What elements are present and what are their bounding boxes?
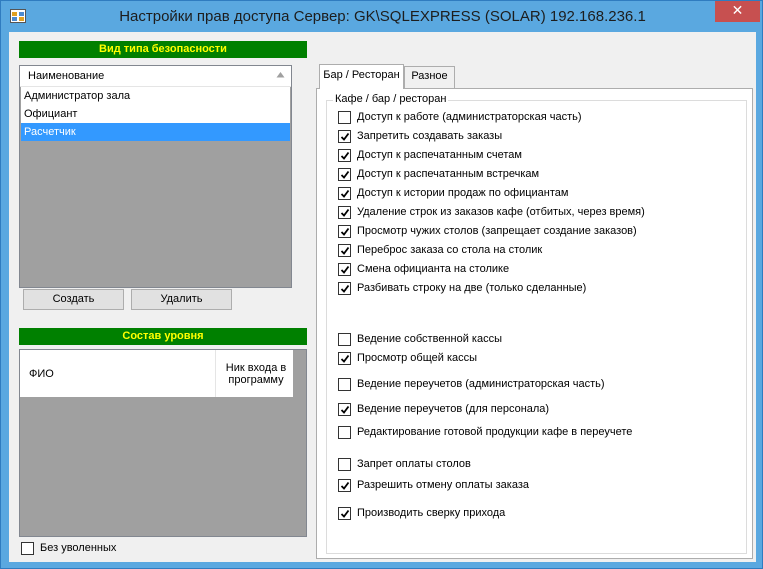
checkbox-unchecked[interactable] xyxy=(338,333,351,346)
checkbox-checked[interactable] xyxy=(338,507,351,520)
checkbox-checked[interactable] xyxy=(338,225,351,238)
checkbox-unchecked[interactable] xyxy=(338,426,351,439)
permission-label: Разрешить отмену оплаты заказа xyxy=(357,479,530,491)
permission-label: Ведение переучетов (администраторская ча… xyxy=(357,378,605,390)
checkbox-checked[interactable] xyxy=(338,263,351,276)
permission-label: Ведение собственной кассы xyxy=(357,333,502,345)
tab-misc[interactable]: Разное xyxy=(404,66,455,88)
tab-control: Бар / Ресторан Разное Кафе / бар / ресто… xyxy=(316,64,753,559)
checkbox-box[interactable] xyxy=(21,542,34,555)
permission-label: Запрет оплаты столов xyxy=(357,458,471,470)
checkbox-unchecked[interactable] xyxy=(338,111,351,124)
checkbox-checked[interactable] xyxy=(338,130,351,143)
without-fired-label: Без уволенных xyxy=(40,542,117,554)
permission-label: Смена официанта на столике xyxy=(357,263,510,275)
close-icon: ✕ xyxy=(731,3,744,19)
checkbox-checked[interactable] xyxy=(338,149,351,162)
members-list-header[interactable]: ФИО Ник входа в программу xyxy=(20,350,293,397)
column-header-login: Ник входа в программу xyxy=(225,362,287,386)
column-header-name: Наименование xyxy=(28,70,105,82)
checkbox-checked[interactable] xyxy=(338,479,351,492)
checkbox-unchecked[interactable] xyxy=(338,458,351,471)
checkbox-checked[interactable] xyxy=(338,282,351,295)
checkbox-checked[interactable] xyxy=(338,352,351,365)
members-list[interactable]: ФИО Ник входа в программу xyxy=(19,349,307,537)
permission-label: Ведение переучетов (для персонала) xyxy=(357,403,550,415)
permission-label: Доступ к распечатанным счетам xyxy=(357,149,522,161)
window-title: Настройки прав доступа Сервер: GK\SQLEXP… xyxy=(119,8,646,25)
sort-arrow-icon xyxy=(276,69,285,81)
checkbox-checked[interactable] xyxy=(338,206,351,219)
tab-bar-restaurant[interactable]: Бар / Ресторан xyxy=(319,64,404,89)
settings-window: Настройки прав доступа Сервер: GK\SQLEXP… xyxy=(0,0,763,569)
security-type-header: Вид типа безопасности xyxy=(19,41,307,58)
column-header-fio: ФИО xyxy=(29,368,54,380)
create-button[interactable]: Создать xyxy=(23,289,124,310)
permission-label: Просмотр чужих столов (запрещает создани… xyxy=(357,225,637,237)
checkbox-unchecked[interactable] xyxy=(338,378,351,391)
title-bar[interactable]: Настройки прав доступа Сервер: GK\SQLEXP… xyxy=(1,1,763,32)
group-label: Кафе / бар / ресторан xyxy=(333,93,449,105)
permission-label: Переброс заказа со стола на столик xyxy=(357,244,543,256)
client-area: Вид типа безопасности Наименование Админ… xyxy=(9,32,756,562)
close-button[interactable]: ✕ xyxy=(715,1,760,22)
list-item-role-0[interactable]: Администратор зала xyxy=(21,87,290,105)
roles-list[interactable]: Наименование Администратор зала Официант… xyxy=(19,65,292,288)
permission-label: Доступ к истории продаж по официантам xyxy=(357,187,569,199)
permission-label: Запретить создавать заказы xyxy=(357,130,503,142)
permission-label: Доступ к работе (администраторская часть… xyxy=(357,111,582,123)
permission-label: Редактирование готовой продукции кафе в … xyxy=(357,426,633,438)
checkbox-checked[interactable] xyxy=(338,168,351,181)
checkbox-checked[interactable] xyxy=(338,244,351,257)
permission-label: Удаление строк из заказов кафе (отбитых,… xyxy=(357,206,645,218)
list-item-role-2[interactable]: Расчетчик xyxy=(21,123,290,141)
checkbox-checked[interactable] xyxy=(338,403,351,416)
permission-label: Разбивать строку на две (только сделанны… xyxy=(357,282,587,294)
tab-page-bar-restaurant: Кафе / бар / ресторан Доступ к работе (а… xyxy=(316,88,753,559)
permission-label: Просмотр общей кассы xyxy=(357,352,478,364)
column-divider xyxy=(215,350,216,397)
delete-button[interactable]: Удалить xyxy=(131,289,232,310)
level-header: Состав уровня xyxy=(19,328,307,345)
checkbox-checked[interactable] xyxy=(338,187,351,200)
list-item-role-1[interactable]: Официант xyxy=(21,105,290,123)
permission-label: Доступ к распечатанным встречкам xyxy=(357,168,540,180)
permission-label: Производить сверку прихода xyxy=(357,507,506,519)
roles-list-header[interactable]: Наименование xyxy=(20,66,291,87)
